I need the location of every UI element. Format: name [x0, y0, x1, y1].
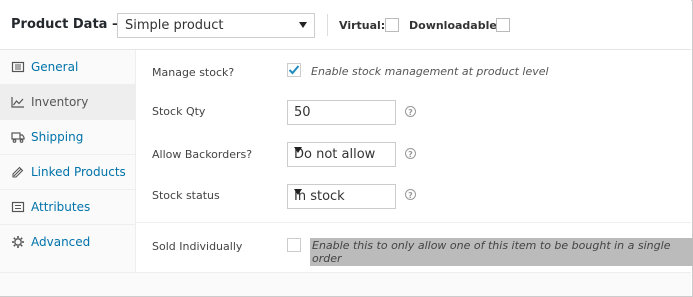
downloadable-label: Downloadable: — [409, 19, 502, 32]
wrench-icon — [11, 61, 25, 73]
manage-stock-checkbox[interactable] — [287, 63, 301, 77]
manage-stock-label: Manage stock? — [152, 66, 235, 79]
dropdown-arrow-icon — [294, 147, 302, 153]
virtual-label: Virtual: — [339, 19, 386, 32]
section-divider — [136, 222, 691, 223]
tab-advanced[interactable]: Advanced — [0, 225, 135, 260]
tab-label: Linked Products — [31, 165, 126, 179]
truck-icon — [11, 132, 25, 143]
product-type-select[interactable]: Simple product — [117, 13, 315, 38]
tab-label: Inventory — [31, 95, 89, 109]
chart-icon — [11, 97, 24, 108]
tab-inventory[interactable]: Inventory — [0, 85, 135, 120]
stock-qty-label: Stock Qty — [152, 105, 206, 118]
stock-status-label: Stock status — [152, 189, 220, 202]
product-type-value: Simple product — [125, 18, 224, 33]
downloadable-checkbox[interactable] — [496, 18, 510, 32]
help-icon[interactable]: ? — [405, 106, 416, 117]
dropdown-arrow-icon — [299, 22, 307, 28]
header-divider — [327, 14, 328, 36]
checkmark-icon — [288, 65, 300, 75]
virtual-checkbox[interactable] — [385, 18, 399, 32]
tab-shipping[interactable]: Shipping — [0, 120, 135, 155]
backorders-value: Do not allow — [294, 147, 376, 162]
sold-individually-checkbox[interactable] — [287, 238, 301, 252]
panel-footer — [0, 272, 691, 296]
backorders-select[interactable]: Do not allow — [287, 142, 396, 167]
manage-stock-description: Enable stock management at product level — [311, 65, 549, 78]
tab-linked-products[interactable]: Linked Products — [0, 155, 135, 190]
gear-icon — [12, 236, 24, 248]
tab-general[interactable]: General — [0, 50, 135, 85]
help-icon[interactable]: ? — [405, 148, 416, 159]
stock-qty-value: 50 — [294, 105, 311, 120]
stock-qty-input[interactable]: 50 — [287, 100, 396, 125]
help-icon[interactable]: ? — [405, 189, 416, 200]
stock-status-select[interactable]: In stock — [287, 184, 396, 209]
sold-individually-description: Enable this to only allow one of this it… — [310, 238, 693, 266]
panel-title: Product Data — — [11, 17, 125, 32]
tab-label: Advanced — [31, 235, 91, 249]
tab-label: Attributes — [31, 200, 91, 214]
tab-attributes[interactable]: Attributes — [0, 190, 135, 225]
backorders-label: Allow Backorders? — [152, 148, 253, 161]
sold-individually-label: Sold Individually — [152, 240, 243, 253]
list-icon — [11, 201, 25, 213]
product-data-header: Product Data — Simple product Virtual: D… — [0, 0, 691, 50]
tab-label: Shipping — [31, 130, 84, 144]
link-icon — [12, 166, 24, 178]
dropdown-arrow-icon — [294, 189, 302, 195]
tab-label: General — [31, 60, 79, 74]
